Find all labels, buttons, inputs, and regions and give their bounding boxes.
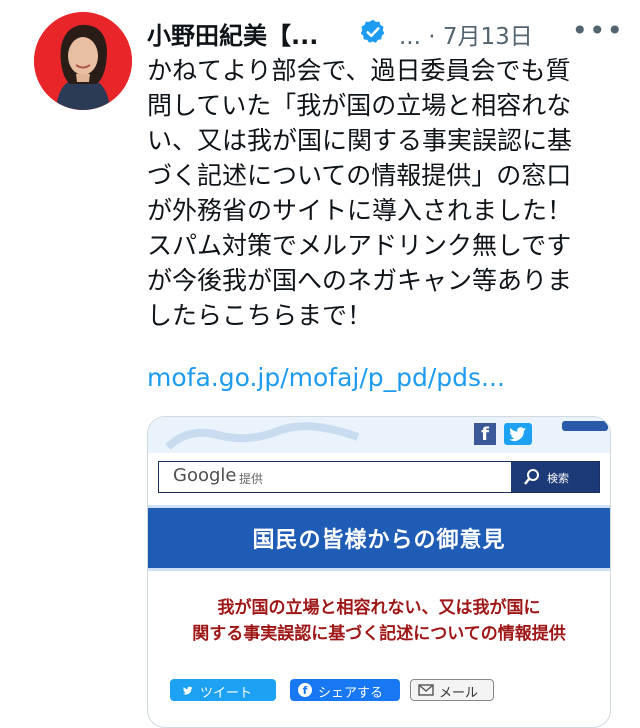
search-icon [524,469,539,485]
search-button-label: 検索 [547,472,569,485]
tweet-link[interactable]: mofa.go.jp/mofaj/p_pd/pds... [147,363,505,392]
verified-badge-icon [360,19,385,43]
tweet-text-line: づく記述についての情報提供」の窓口 [147,161,572,190]
page-banner: 国民の皆様からの御意見 [148,505,610,571]
notice-line: 我が国の立場と相容れない、又は我が国に [217,598,541,618]
notice-heading: 我が国の立場と相容れない、又は我が国に 関する事実誤認に基づく記述についての情報… [148,595,610,647]
mail-icon [418,684,434,696]
tweet-text-line: が外務省のサイトに導入されました！ [147,196,573,225]
more-horizontal-icon[interactable]: ••• [571,14,624,47]
tweet-text-line: い、又は我が国に関する事実誤認に基 [147,126,573,155]
banner-title: 国民の皆様からの御意見 [252,528,506,553]
mail-share-button[interactable]: メール [410,679,494,701]
tweet-text-line: スパム対策でメルアドリンク無しです [147,231,572,260]
tweet-meta: ... · 7月13日 [399,24,533,50]
search-button[interactable]: 検索 [511,462,599,492]
facebook-share-button[interactable]: f シェアする [290,679,400,701]
google-label: Google [173,465,237,486]
tweet-text-line: が今後我が国へのネガキャン等ありま [147,266,573,295]
site-search-bar: Google 提供 検索 [158,461,600,493]
avatar[interactable] [34,12,132,110]
tweet-share-label: ツイート [200,686,253,701]
google-provider-label: 提供 [239,472,264,486]
mail-share-label: メール [439,686,479,701]
link-preview-card[interactable]: f Google 提供 検索 国民の皆様からの御意見 我が国の立場と相容れない、… [147,416,611,728]
twitter-icon[interactable] [504,423,532,445]
tweet-text: かねてより部会で、過日委員会でも質 問していた「我が国の立場と相容れな い、又は… [147,53,617,333]
twitter-bird-icon [182,686,193,695]
tweet-text-line: したらこちらまで！ [147,301,373,330]
tweet-header: 小野田紀美【... ... · 7月13日 ••• [147,14,640,54]
profile-photo [34,12,132,110]
card-header-strip: f [148,417,610,453]
tweet-share-button[interactable]: ツイート [170,679,276,701]
share-icon[interactable] [562,421,608,431]
world-map-graphic [165,422,360,450]
tweet-text-line: 問していた「我が国の立場と相容れな [147,91,572,120]
facebook-icon: f [298,683,312,697]
notice-line: 関する事実誤認に基づく記述についての情報提供 [192,624,566,644]
facebook-icon[interactable]: f [474,423,496,445]
author-name[interactable]: 小野田紀美【... [147,16,318,51]
facebook-share-label: シェアする [318,686,384,701]
search-input[interactable]: Google 提供 [159,462,511,492]
tweet-text-line: かねてより部会で、過日委員会でも質 [147,56,571,85]
